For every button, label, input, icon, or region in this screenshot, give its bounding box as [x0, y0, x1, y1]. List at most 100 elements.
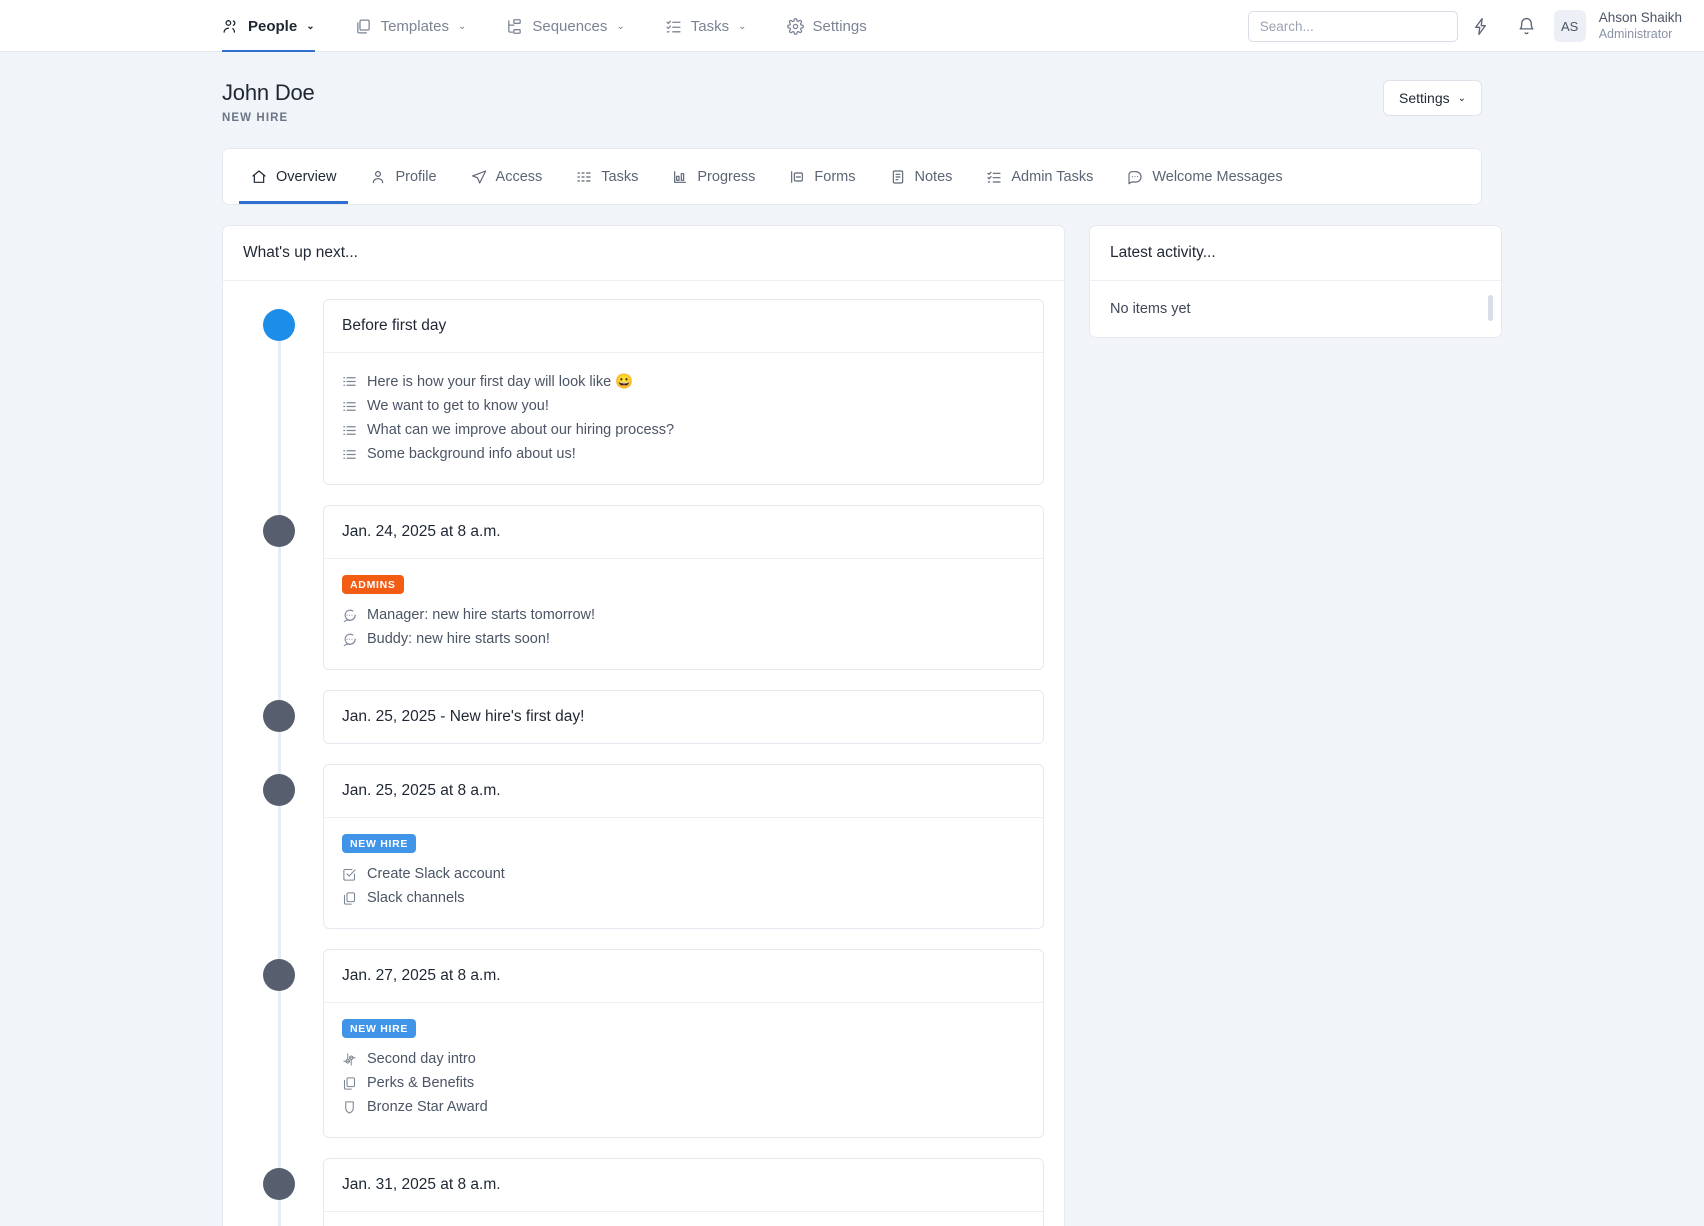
list-item-label: Manager: new hire starts tomorrow!	[367, 607, 595, 623]
chevron-down-icon: ⌄	[616, 22, 624, 32]
list-item-label: Slack channels	[367, 890, 465, 906]
timeline-entry: Jan. 31, 2025 at 8 a.m. NEW HIRE	[243, 1158, 1044, 1226]
timeline-card-heading: Jan. 25, 2025 - New hire's first day!	[324, 691, 1043, 743]
list-item-label: Perks & Benefits	[367, 1075, 474, 1091]
scrollbar-thumb[interactable]	[1488, 295, 1493, 321]
tab-label: Tasks	[601, 169, 638, 185]
timeline-card-body: ADMINS Manager: new hire starts tomorrow…	[324, 558, 1043, 669]
list-item[interactable]: Here is how your first day will look lik…	[342, 369, 1025, 394]
list-item[interactable]: Create Slack account	[342, 862, 1025, 886]
timeline-card-body: NEW HIRE	[324, 1211, 1043, 1226]
gear-icon	[787, 18, 804, 35]
tab-progress[interactable]: Progress	[672, 149, 755, 204]
nav-item-settings[interactable]: Settings	[787, 0, 885, 52]
list-item-label: We want to get to know you!	[367, 398, 549, 414]
notifications-button[interactable]	[1504, 0, 1550, 52]
list-item[interactable]: We want to get to know you!	[342, 394, 1025, 418]
user-icon	[370, 169, 386, 185]
status-badge: ADMINS	[342, 575, 404, 594]
list-icon	[342, 447, 357, 462]
user-name: Ahson Shaikh	[1599, 10, 1682, 27]
page-header: John Doe NEW HIRE Settings ⌄	[0, 52, 1704, 124]
list-item-label: Some background info about us!	[367, 446, 576, 462]
whats-up-next-panel: What's up next... Before first day Here …	[222, 225, 1065, 1226]
tab-welcome-messages[interactable]: Welcome Messages	[1127, 149, 1282, 204]
list-item[interactable]: Buddy: new hire starts soon!	[342, 627, 1025, 651]
quick-actions-button[interactable]	[1458, 0, 1504, 52]
timeline-card: Jan. 25, 2025 at 8 a.m. NEW HIRE Create …	[323, 764, 1044, 929]
latest-activity-title: Latest activity...	[1090, 226, 1501, 281]
tab-tasks[interactable]: Tasks	[576, 149, 638, 204]
list-item[interactable]: Second day intro	[342, 1047, 1025, 1071]
home-icon	[251, 169, 267, 185]
timeline-entry: Before first day Here is how your first …	[243, 299, 1044, 485]
timeline-dot	[263, 774, 295, 806]
timeline: Before first day Here is how your first …	[223, 281, 1064, 1226]
content-columns: What's up next... Before first day Here …	[222, 225, 1482, 1226]
nav-label-tasks: Tasks	[691, 18, 729, 35]
chevron-down-icon: ⌄	[458, 22, 466, 32]
status-badge: NEW HIRE	[342, 834, 416, 853]
nav-item-sequences[interactable]: Sequences ⌄	[506, 0, 642, 52]
tab-profile[interactable]: Profile	[370, 149, 436, 204]
tab-overview[interactable]: Overview	[251, 149, 336, 204]
shield-icon	[342, 1100, 357, 1115]
top-navbar: People ⌄ Templates ⌄ Sequences ⌄ Tasks ⌄…	[0, 0, 1704, 52]
bell-icon	[1517, 17, 1536, 36]
note-icon	[890, 169, 906, 185]
chevron-down-icon: ⌄	[1458, 94, 1466, 104]
timeline-card-heading: Jan. 25, 2025 at 8 a.m.	[324, 765, 1043, 817]
settings-button[interactable]: Settings ⌄	[1383, 80, 1482, 116]
timeline-card-body: Here is how your first day will look lik…	[324, 352, 1043, 484]
chat-icon	[342, 632, 357, 647]
tab-label: Welcome Messages	[1152, 169, 1282, 185]
nav-label-sequences: Sequences	[532, 18, 607, 35]
nav-item-people[interactable]: People ⌄	[222, 0, 333, 52]
whats-up-next-column: What's up next... Before first day Here …	[222, 225, 1065, 1226]
whats-up-next-title: What's up next...	[223, 226, 1064, 281]
nav-item-tasks[interactable]: Tasks ⌄	[665, 0, 765, 52]
timeline-card-body: NEW HIRE Second day intro Perks & Benefi…	[324, 1002, 1043, 1137]
list-icon	[342, 399, 357, 414]
timeline-card: Jan. 27, 2025 at 8 a.m. NEW HIRE Second …	[323, 949, 1044, 1138]
check-square-icon	[342, 867, 357, 882]
tab-label: Forms	[814, 169, 855, 185]
nav-label-settings: Settings	[813, 18, 867, 35]
chevron-down-icon: ⌄	[306, 22, 314, 32]
copy-icon	[342, 1076, 357, 1091]
tab-label: Admin Tasks	[1011, 169, 1093, 185]
list-item[interactable]: Some background info about us!	[342, 442, 1025, 466]
list-item[interactable]: Manager: new hire starts tomorrow!	[342, 603, 1025, 627]
form-icon	[789, 169, 805, 185]
chat-icon	[342, 608, 357, 623]
chevron-down-icon: ⌄	[738, 22, 746, 32]
tab-access[interactable]: Access	[471, 149, 543, 204]
people-icon	[222, 18, 239, 35]
tab-label: Profile	[395, 169, 436, 185]
list-item-label: What can we improve about our hiring pro…	[367, 422, 674, 438]
timeline-card: Jan. 25, 2025 - New hire's first day!	[323, 690, 1044, 744]
nav-item-templates[interactable]: Templates ⌄	[355, 0, 485, 52]
timeline-entry: Jan. 24, 2025 at 8 a.m. ADMINS Manager: …	[243, 505, 1044, 670]
tab-forms[interactable]: Forms	[789, 149, 855, 204]
avatar[interactable]: AS	[1554, 10, 1586, 42]
copy-icon	[342, 891, 357, 906]
list-item[interactable]: Perks & Benefits	[342, 1071, 1025, 1095]
list-item[interactable]: Bronze Star Award	[342, 1095, 1025, 1119]
lightning-icon	[1471, 17, 1490, 36]
tab-admin-tasks[interactable]: Admin Tasks	[986, 149, 1093, 204]
user-menu[interactable]: Ahson Shaikh Administrator	[1599, 10, 1682, 43]
timeline-entry: Jan. 25, 2025 at 8 a.m. NEW HIRE Create …	[243, 764, 1044, 929]
timeline-dot	[263, 700, 295, 732]
page-subtitle: NEW HIRE	[222, 112, 315, 124]
list-item[interactable]: Slack channels	[342, 886, 1025, 910]
timeline-card: Jan. 31, 2025 at 8 a.m. NEW HIRE	[323, 1158, 1044, 1226]
tab-notes[interactable]: Notes	[890, 149, 953, 204]
timeline-entry: Jan. 27, 2025 at 8 a.m. NEW HIRE Second …	[243, 949, 1044, 1138]
search-input[interactable]	[1248, 11, 1458, 42]
list-icon	[342, 374, 357, 389]
tab-label: Progress	[697, 169, 755, 185]
checklist-icon	[986, 169, 1002, 185]
latest-activity-column: Latest activity... No items yet	[1089, 225, 1502, 338]
list-item[interactable]: What can we improve about our hiring pro…	[342, 418, 1025, 442]
